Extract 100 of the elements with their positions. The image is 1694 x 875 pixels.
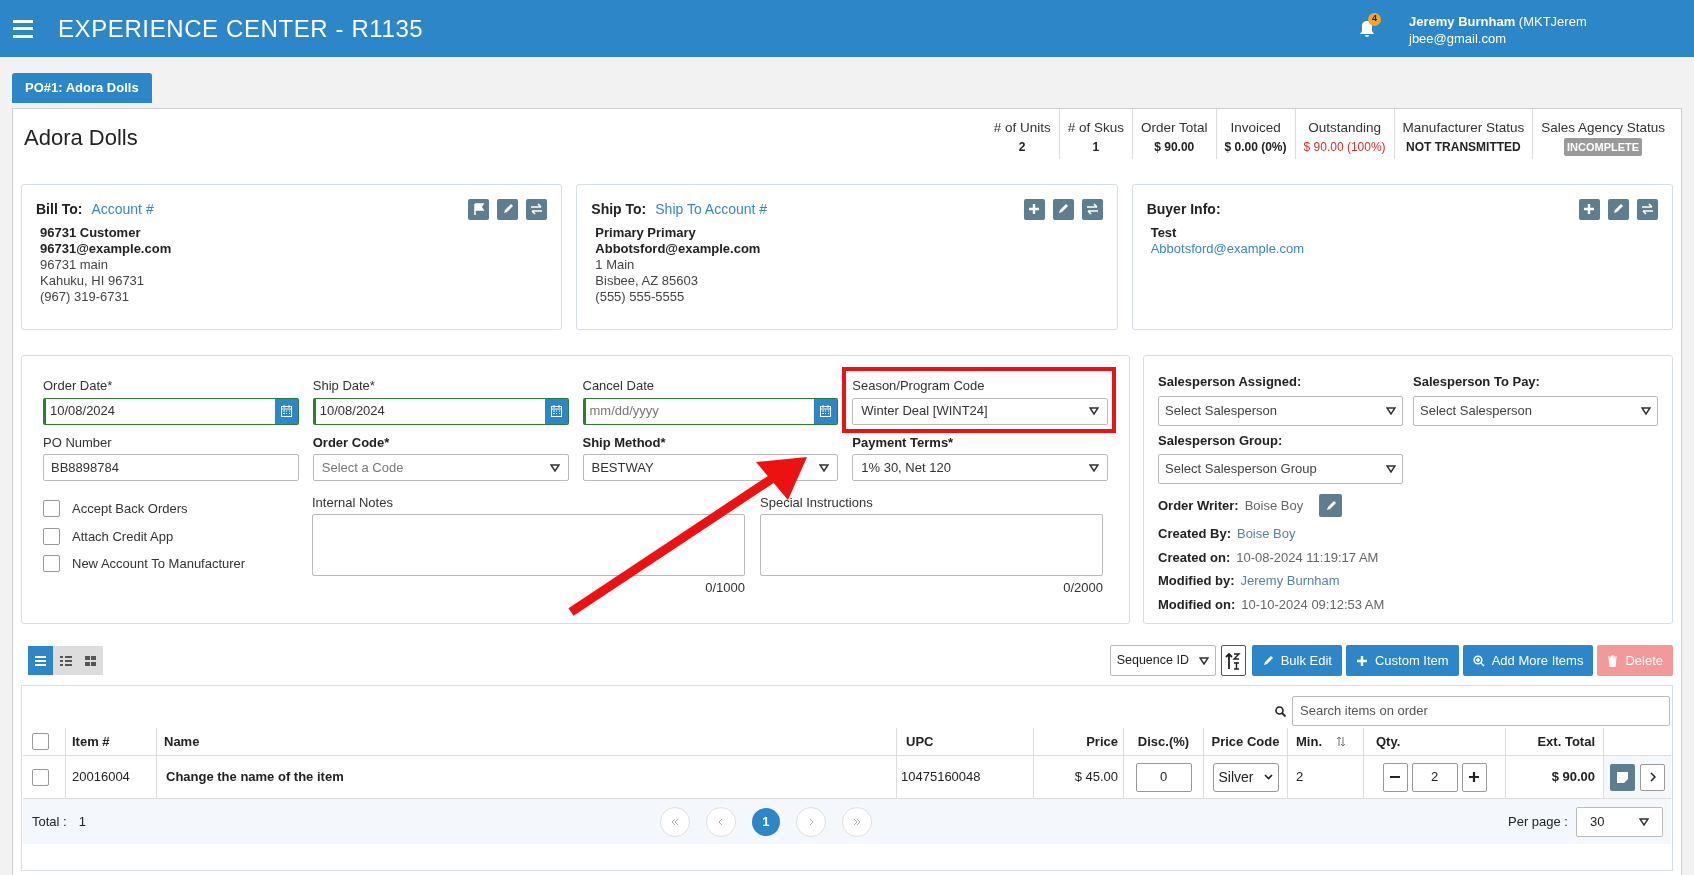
meta-label: Modified by: (1158, 572, 1235, 590)
date-field[interactable]: mm/dd/yyyy (582, 397, 839, 425)
calendar-icon (550, 405, 562, 417)
details-icon (59, 655, 72, 666)
column-header[interactable]: UPC (897, 731, 934, 752)
select-field[interactable]: Select Salesperson (1158, 395, 1403, 426)
column-header[interactable]: Min. (1296, 731, 1322, 752)
sort-select[interactable]: Sequence ID (1109, 645, 1216, 676)
plus-button[interactable] (1023, 198, 1045, 220)
view-toggle[interactable] (28, 646, 53, 675)
sort-order-button[interactable] (1220, 645, 1246, 676)
pencil-button[interactable] (1052, 198, 1074, 220)
plus-button[interactable] (1579, 198, 1600, 220)
column-header[interactable]: Price (1086, 731, 1123, 752)
column-header[interactable]: Name (157, 731, 200, 752)
toolbar-button[interactable]: Add More Items (1462, 645, 1594, 676)
meta-value: Jeremy Burnham (1240, 572, 1340, 590)
meta-label: Created By: (1158, 525, 1231, 543)
field-label: Salesperson Assigned: (1158, 373, 1303, 391)
plus-icon (1028, 203, 1041, 215)
address-line: Primary Primary (595, 225, 697, 241)
checkbox-label: Accept Back Orders (72, 500, 188, 518)
caret-down-icon (1386, 406, 1396, 415)
swap-button[interactable] (1637, 198, 1658, 220)
stat-label: Invoiced (1230, 119, 1281, 137)
discount-field[interactable]: 0 (1135, 762, 1192, 792)
checkbox[interactable] (43, 555, 60, 573)
stat-value: $ 90.00 (1154, 139, 1195, 157)
checkbox[interactable] (43, 527, 60, 545)
pencil-button[interactable] (1319, 494, 1343, 517)
address-line: 1 Main (595, 257, 636, 273)
checkbox-label: Attach Credit App (72, 527, 174, 546)
stat-value: NOT TRANSMITTED (1406, 139, 1521, 157)
note-button[interactable] (1610, 763, 1635, 791)
email-link[interactable]: Abbotsford@example.com (1150, 241, 1658, 257)
select-field[interactable]: Winter Deal [WINT24] (852, 397, 1108, 425)
swap-button[interactable] (526, 198, 548, 220)
order-tab[interactable]: PO#1: Adora Dolls (12, 73, 152, 103)
per-page-select[interactable]: 30 (1576, 806, 1663, 837)
account-link[interactable]: Account # (91, 198, 154, 220)
address-line: 96731@example.com (40, 241, 173, 257)
select-field[interactable]: Select a Code (312, 454, 569, 481)
swap-button[interactable] (1081, 198, 1103, 220)
address-line: 96731 Customer (40, 225, 142, 241)
pencil-button[interactable] (1608, 198, 1629, 220)
chevron-down-icon (1263, 774, 1273, 780)
checkbox[interactable] (43, 500, 60, 518)
column-header[interactable]: Disc.(%) (1137, 731, 1190, 752)
search-icon (1275, 705, 1286, 717)
text-field[interactable]: BB8898784 (43, 454, 299, 481)
sort-arrows-icon[interactable] (1336, 736, 1346, 747)
address-line: Bisbee, AZ 85603 (595, 273, 699, 289)
quantity-field[interactable]: 2 (1411, 762, 1458, 792)
pencil-icon (1612, 203, 1625, 215)
toolbar-button[interactable]: Bulk Edit (1251, 645, 1342, 676)
select-field[interactable]: 1% 30, Net 120 (852, 454, 1108, 481)
increase-button[interactable] (1461, 762, 1487, 792)
stat-label: # of Skus (1067, 119, 1124, 137)
caret-down-icon (1089, 407, 1099, 415)
swap-icon (530, 203, 544, 215)
column-header[interactable]: Price Code (1211, 731, 1280, 752)
price-code-select[interactable]: Silver (1212, 762, 1279, 792)
date-field[interactable]: 10/08/2024 (43, 397, 299, 425)
flag-button[interactable] (468, 198, 490, 220)
pencil-icon (1261, 654, 1274, 667)
total-label: Total : (31, 812, 67, 831)
notes-textarea[interactable] (312, 513, 745, 576)
status-badge: INCOMPLETE (1564, 138, 1643, 157)
field-label: Salesperson Group: (1158, 431, 1284, 450)
field-label: Payment Terms* (852, 433, 954, 452)
user-name: Jeremy Burnham (1409, 13, 1516, 29)
stat-label: # of Units (993, 119, 1051, 137)
toolbar-button[interactable]: Custom Item (1345, 645, 1459, 676)
column-header[interactable]: Item # (66, 731, 110, 752)
swap-icon (1641, 203, 1654, 215)
select-field[interactable]: Select Salesperson (1413, 395, 1658, 426)
select-field[interactable]: BESTWAY (582, 454, 839, 481)
grid-icon (85, 655, 96, 666)
pencil-button[interactable] (497, 198, 519, 220)
select-all-checkbox[interactable] (32, 733, 49, 750)
flag-icon (472, 203, 485, 215)
date-field[interactable]: 10/08/2024 (312, 397, 569, 425)
expand-button[interactable] (1640, 763, 1665, 791)
account-link[interactable]: Ship To Account # (655, 198, 768, 220)
row-checkbox[interactable] (32, 768, 49, 786)
view-toggle[interactable] (78, 646, 103, 675)
calendar-icon (820, 405, 832, 417)
table-cell-text: $ 90.00 (1551, 768, 1596, 787)
menu-icon[interactable] (13, 19, 33, 38)
field-label: Ship Method* (582, 433, 666, 452)
field-label: PO Number (43, 433, 112, 452)
search-field[interactable]: Search items on order (1292, 696, 1670, 726)
plus-icon (1469, 772, 1479, 782)
caret-down-icon (1386, 465, 1396, 473)
column-header[interactable]: Ext. Total (1537, 731, 1603, 752)
page-button[interactable]: 1 (751, 807, 780, 836)
app-title: EXPERIENCE CENTER - R1135 (58, 13, 424, 44)
select-field[interactable]: Select Salesperson Group (1158, 454, 1403, 484)
decrease-button[interactable] (1382, 762, 1408, 792)
view-toggle[interactable] (53, 646, 78, 675)
